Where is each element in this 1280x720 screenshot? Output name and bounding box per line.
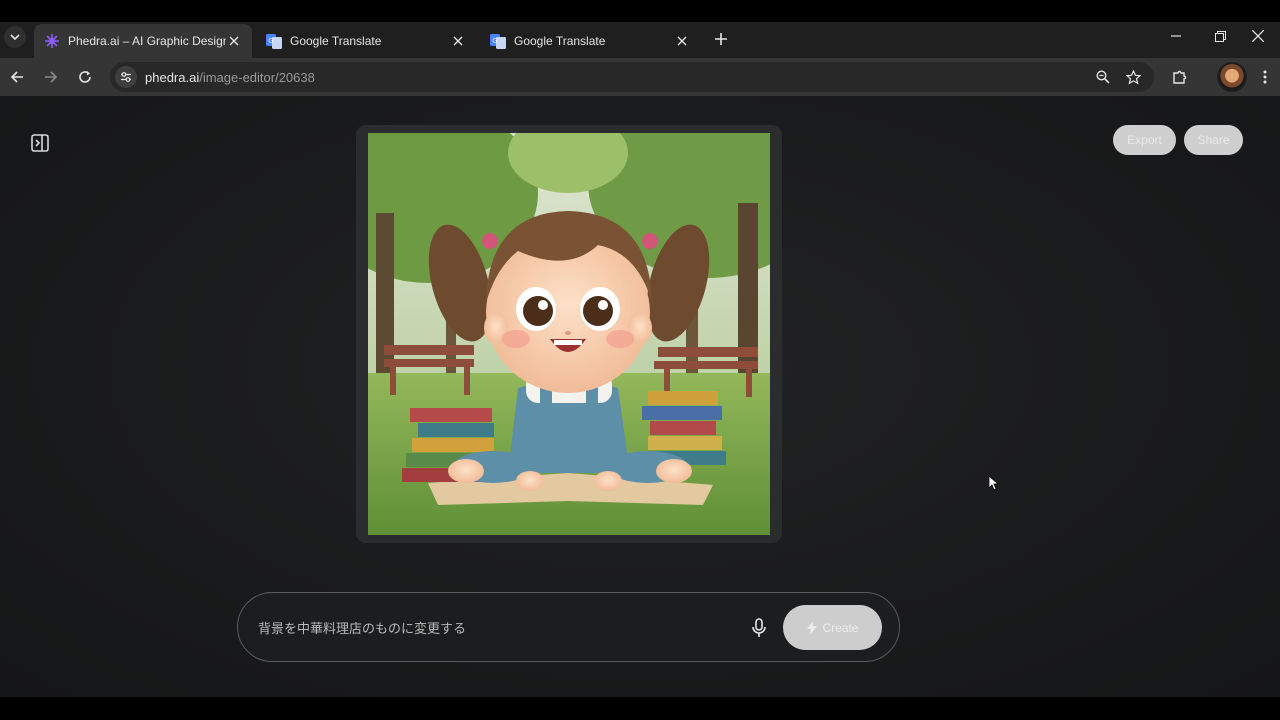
extensions-button[interactable] [1169,66,1191,88]
google-translate-icon: G [490,34,506,49]
tab-title: Phedra.ai – AI Graphic Designer [68,34,226,48]
site-info-button[interactable] [115,66,137,88]
arrow-right-icon [45,71,58,83]
close-icon[interactable] [674,33,690,49]
new-tab-button[interactable] [710,28,732,50]
browser-toolbar: phedra.ai/image-editor/20638 [0,58,1280,96]
url-text: phedra.ai/image-editor/20638 [145,70,315,85]
more-vertical-icon [1263,70,1267,84]
close-window-button[interactable] [1236,22,1280,50]
bookmark-button[interactable] [1122,66,1144,88]
generated-image[interactable] [368,133,770,535]
tune-icon [121,72,131,82]
reload-button[interactable] [74,66,96,88]
close-icon[interactable] [450,33,466,49]
share-button[interactable]: Share [1184,125,1243,155]
top-actions: Export Share [1113,125,1243,155]
tab-title: Google Translate [514,34,606,48]
tab-search-button[interactable] [4,26,26,48]
forward-button[interactable] [40,66,62,88]
puzzle-icon [1173,70,1187,84]
browser-menu-button[interactable] [1254,66,1276,88]
tab-google-translate-2[interactable]: G Google Translate [480,24,700,58]
star-icon [1125,69,1141,85]
prompt-input[interactable] [258,615,738,639]
reload-icon [79,71,91,83]
bottom-bar [0,697,1280,720]
minimize-button[interactable] [1154,22,1198,50]
zoom-button[interactable] [1092,66,1114,88]
back-button[interactable] [6,66,28,88]
prompt-bar: Create [237,592,900,662]
mouse-cursor-icon [989,476,999,491]
zoom-icon [1096,70,1110,84]
tab-google-translate-1[interactable]: G Google Translate [256,24,476,58]
image-editor-page: Export Share 背景を中華料理店のものに変更する Create [0,96,1280,697]
url-path: /image-editor/20638 [199,70,315,85]
restore-icon [1214,30,1226,42]
svg-text:G: G [492,37,497,45]
sidebar-toggle-icon[interactable] [30,133,50,153]
create-button-label: Create [822,620,859,635]
tab-phedra[interactable]: Phedra.ai – AI Graphic Designer [34,24,252,58]
google-translate-icon: G [266,34,282,49]
create-button[interactable]: Create [783,605,882,650]
image-canvas [356,125,782,543]
arrow-left-icon [10,71,23,83]
microphone-icon[interactable] [749,617,769,639]
profile-avatar[interactable] [1217,62,1247,92]
plus-icon [715,33,727,45]
address-bar[interactable]: phedra.ai/image-editor/20638 [110,62,1154,92]
url-host: phedra.ai [145,70,200,85]
tab-title: Google Translate [290,34,382,48]
minimize-icon [1171,35,1181,37]
close-icon[interactable] [226,33,242,49]
tab-strip: Phedra.ai – AI Graphic Designer G Google… [0,22,1280,58]
browser-window: Phedra.ai – AI Graphic Designer G Google… [0,0,1280,720]
cartoon-girl-illustration [368,133,770,535]
lightning-icon [807,620,818,635]
svg-text:G: G [268,37,273,45]
phedra-logo-icon [45,34,59,48]
chevron-down-icon [10,34,20,41]
export-button[interactable]: Export [1113,125,1176,155]
close-icon [1252,30,1264,42]
